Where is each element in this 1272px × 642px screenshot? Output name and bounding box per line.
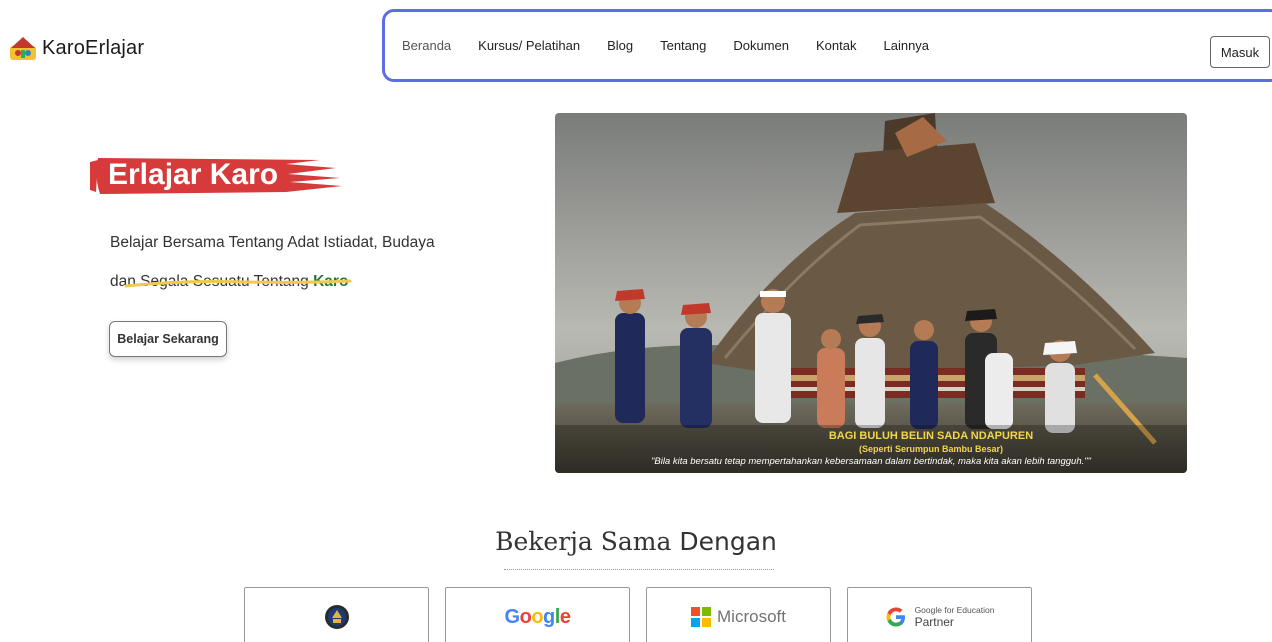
nav-kontak[interactable]: Kontak xyxy=(816,38,856,53)
image-caption-quote: "Bila kita bersatu tetap mempertahankan … xyxy=(651,456,1091,467)
nav-kursus-pelatihan[interactable]: Kursus/ Pelatihan xyxy=(478,38,580,53)
main-navbar: Beranda Kursus/ Pelatihan Blog Tentang D… xyxy=(382,9,1272,82)
government-emblem-icon xyxy=(324,605,349,629)
google-g-icon xyxy=(886,607,905,627)
partner-card-google[interactable]: Google xyxy=(445,587,630,642)
learn-now-button[interactable]: Belajar Sekarang xyxy=(109,321,227,357)
google-logo: Google xyxy=(504,605,571,628)
microsoft-logo-icon xyxy=(691,607,712,627)
partner-card-microsoft[interactable]: Microsoft xyxy=(646,587,831,642)
nav-blog[interactable]: Blog xyxy=(607,38,633,53)
nav-tentang[interactable]: Tentang xyxy=(660,38,706,53)
image-caption-title: BAGI BULUH BELIN SADA NDAPUREN xyxy=(828,430,1034,442)
hero-karo-house-photo: BAGI BULUH BELIN SADA NDAPUREN (Seperti … xyxy=(555,113,1187,473)
nav-lainnya[interactable]: Lainnya xyxy=(883,38,929,53)
partner-card-google-education[interactable]: Google for Education Partner xyxy=(847,587,1032,642)
microsoft-wordmark: Microsoft xyxy=(717,607,786,626)
brand-name: KaroErlajar xyxy=(42,36,145,59)
gfe-partner-label: Partner xyxy=(914,615,954,629)
partners-divider xyxy=(504,569,774,570)
hero-desc-line1: Belajar Bersama Tentang Adat Istiadat, B… xyxy=(110,234,435,251)
partners-heading-bold: Dengan xyxy=(679,527,777,556)
partners-heading-light: Bekerja Sama xyxy=(495,527,680,556)
nav-beranda[interactable]: Beranda xyxy=(402,38,451,53)
partner-card-government[interactable] xyxy=(244,587,429,642)
hero-title: Erlajar Karo xyxy=(108,158,279,191)
image-caption-subtitle: (Seperti Serumpun Bambu Besar) xyxy=(858,444,1004,454)
hero-title-banner: Erlajar Karo xyxy=(90,152,344,200)
partners-heading: Bekerja Sama Dengan xyxy=(0,527,1272,556)
nav-dokumen[interactable]: Dokumen xyxy=(733,38,789,53)
brand-logo[interactable]: KaroErlajar xyxy=(8,34,144,62)
gfe-label: Google for Education xyxy=(914,605,995,615)
yellow-underline-decoration xyxy=(124,279,352,288)
login-button[interactable]: Masuk xyxy=(1210,36,1270,68)
karo-house-logo-icon xyxy=(8,34,38,62)
